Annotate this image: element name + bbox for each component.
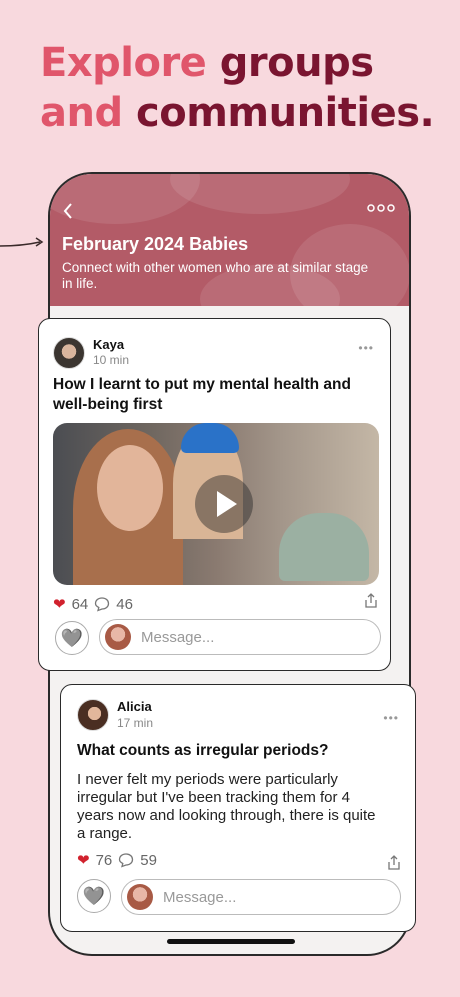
message-input[interactable]: Message... [99,619,381,655]
ellipsis-icon [367,204,395,212]
avatar [105,624,131,650]
post-time: 10 min [93,353,130,367]
post-card[interactable]: Kaya 10 min ••• How I learnt to put my m… [38,318,391,671]
message-placeholder: Message... [141,628,215,646]
back-button[interactable] [62,202,74,226]
pointer-arrow-icon [0,237,44,247]
group-header: February 2024 Babies Connect with other … [50,174,409,306]
comment-icon[interactable] [94,596,110,612]
headline-word: groups [219,40,374,86]
heart-icon[interactable]: ❤ [77,851,90,869]
post-title[interactable]: What counts as irregular periods? [77,741,403,761]
more-options-button[interactable] [367,200,395,218]
share-icon [388,855,400,870]
group-description: Connect with other women who are at simi… [62,260,369,291]
comment-icon[interactable] [118,852,134,868]
comments-count: 46 [116,595,133,613]
heart-icon[interactable]: ❤ [53,595,66,613]
share-icon [365,593,377,608]
post-options-button[interactable]: ••• [383,711,399,725]
post-time: 17 min [117,716,154,730]
post-video[interactable] [53,423,379,585]
share-button[interactable] [387,855,401,874]
heart-react-button[interactable]: 🩶 [55,621,89,655]
message-input[interactable]: Message... [121,879,401,915]
message-placeholder: Message... [163,888,237,906]
headline-word: and [40,90,123,136]
heart-outline-icon: 🩶 [82,885,106,906]
avatar[interactable] [77,699,109,731]
headline-word: Explore [40,40,207,86]
avatar[interactable] [53,337,85,369]
chevron-left-icon [63,203,72,219]
likes-count: 64 [71,595,89,613]
likes-count: 76 [95,851,113,869]
post-author[interactable]: Alicia [117,699,152,714]
post-author[interactable]: Kaya [93,337,124,352]
post-body[interactable]: I never felt my periods were particularl… [77,771,377,843]
play-button[interactable] [195,475,253,533]
post-options-button[interactable]: ••• [358,341,374,355]
headline: Explore groups and communities. [40,38,435,138]
avatar [127,884,153,910]
share-button[interactable] [364,593,378,612]
heart-outline-icon: 🩶 [60,627,84,648]
home-indicator [167,939,295,944]
comments-count: 59 [140,851,157,869]
post-stats: ❤ 76 59 [77,851,157,870]
post-card[interactable]: Alicia 17 min ••• What counts as irregul… [60,684,416,932]
post-title[interactable]: How I learnt to put my mental health and… [53,375,379,415]
post-stats: ❤ 64 46 [53,595,133,614]
group-title: February 2024 Babies [62,234,249,254]
heart-react-button[interactable]: 🩶 [77,879,111,913]
headline-word: communities. [136,90,435,136]
